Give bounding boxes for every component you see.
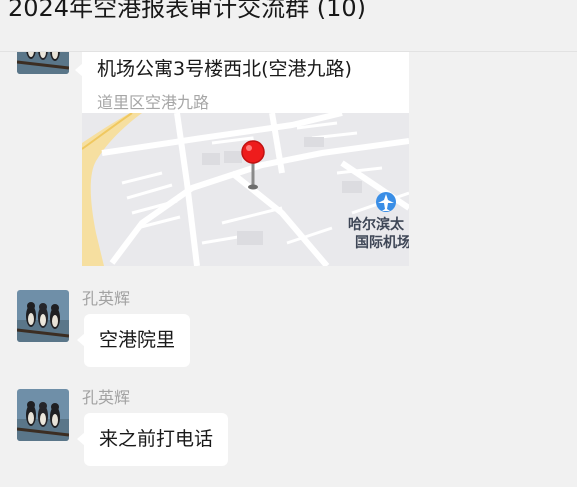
- map-label-line1: 哈尔滨太: [348, 216, 405, 233]
- airport-icon: [376, 192, 396, 212]
- chat-title: 2024年空港报表审计交流群 (10): [8, 0, 366, 22]
- avatar[interactable]: [17, 290, 69, 342]
- map-label-line2: 国际机场: [355, 234, 409, 251]
- chat-header: 2024年空港报表审计交流群 (10): [0, 0, 577, 52]
- avatar-birds-image: [17, 290, 69, 342]
- sender-name: 孔英辉: [82, 289, 131, 308]
- location-address: 道里区空港九路: [97, 93, 210, 112]
- location-name: 机场公寓3号楼西北(空港九路): [97, 58, 352, 80]
- message-bubble[interactable]: 来之前打电话: [76, 413, 229, 466]
- location-message-card[interactable]: 机场公寓3号楼西北(空港九路) 道里区空港九路 哈尔滨太 国际机场: [82, 42, 409, 266]
- sender-name: 孔英辉: [82, 388, 131, 407]
- location-map[interactable]: 哈尔滨太 国际机场: [82, 113, 409, 266]
- avatar-birds-image: [17, 389, 69, 441]
- avatar[interactable]: [17, 389, 69, 441]
- message-bubble[interactable]: 空港院里: [76, 314, 191, 367]
